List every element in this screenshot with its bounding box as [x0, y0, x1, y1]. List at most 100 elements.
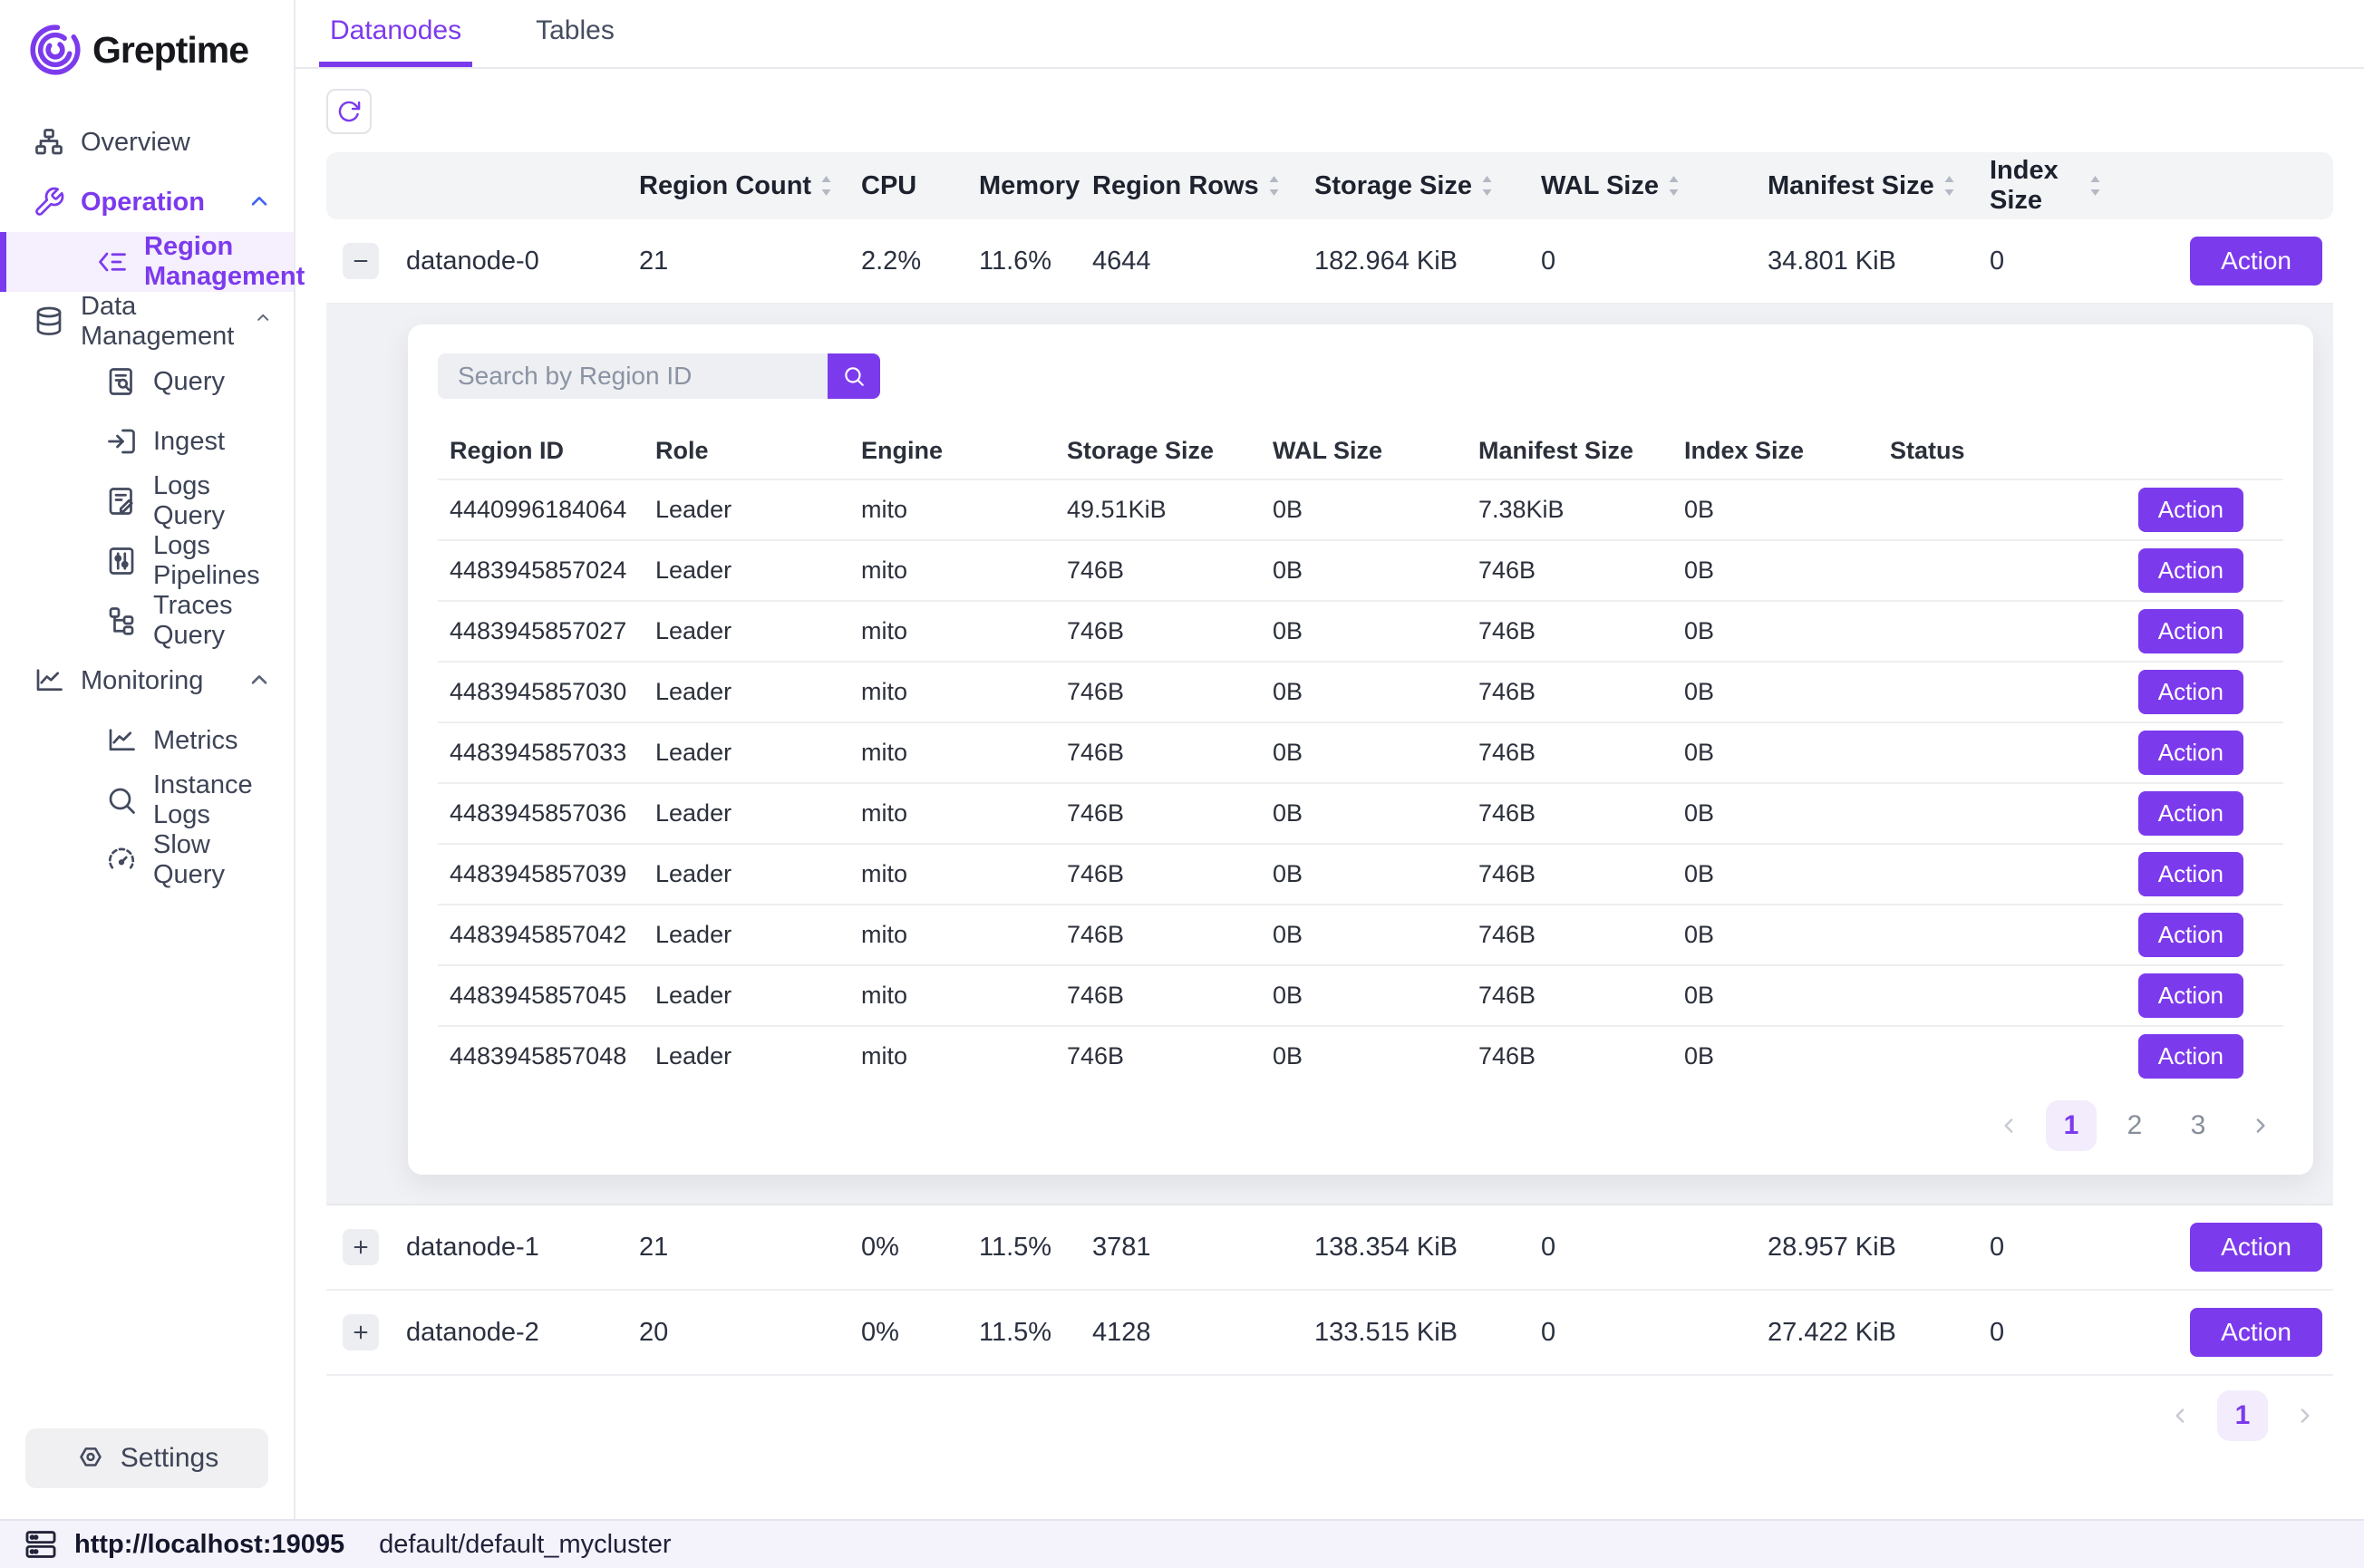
sort-icon[interactable]: [1479, 174, 1495, 198]
sidebar-item-traces-query[interactable]: Traces Query: [0, 591, 294, 651]
datanode-name: datanode-1: [390, 1233, 616, 1263]
region-search-input[interactable]: [438, 353, 828, 399]
datanode-action-button[interactable]: Action: [2190, 1223, 2322, 1272]
column-header-region-count[interactable]: Region Count: [616, 171, 838, 201]
sort-icon[interactable]: [819, 174, 834, 198]
sidebar-item-region-management[interactable]: Region Management: [0, 232, 294, 292]
wal-size-cell: 0B: [1261, 1042, 1467, 1070]
region-search-button[interactable]: [828, 353, 880, 399]
collapse-row-button[interactable]: [343, 243, 379, 279]
engine-cell: mito: [849, 982, 1055, 1010]
page-button-3[interactable]: 3: [2173, 1100, 2224, 1151]
column-header-region-rows[interactable]: Region Rows: [1070, 171, 1292, 201]
sidebar-item-metrics[interactable]: Metrics: [0, 711, 294, 770]
sidebar-group-monitoring[interactable]: Monitoring: [0, 651, 294, 711]
settings-button[interactable]: Settings: [25, 1428, 268, 1488]
storage-size-cell: 746B: [1055, 739, 1261, 767]
sitemap-icon: [33, 126, 65, 159]
region-id-cell: 4483945857027: [438, 617, 644, 645]
datanode-row: datanode-0 21 2.2% 11.6% 4644 182.964 Ki…: [326, 219, 2333, 305]
prev-page-icon[interactable]: [1986, 1102, 2033, 1149]
chevron-up-icon: [247, 668, 272, 693]
sidebar: Greptime Overview Operation: [0, 0, 296, 1519]
endpoint-url[interactable]: http://localhost:19095: [74, 1530, 344, 1560]
region-row: 4440996184064 Leader mito 49.51KiB 0B 7.…: [438, 479, 2283, 539]
sidebar-item-ingest[interactable]: Ingest: [0, 411, 294, 471]
sort-icon[interactable]: [1666, 174, 1681, 198]
sidebar-item-logs-pipelines[interactable]: Logs Pipelines: [0, 531, 294, 591]
plus-icon: [351, 1322, 371, 1342]
region-id-cell: 4483945857030: [438, 678, 644, 706]
memory-value: 11.5%: [956, 1233, 1070, 1263]
column-header-engine: Engine: [849, 437, 1055, 465]
region-action-button[interactable]: Action: [2138, 609, 2243, 653]
region-id-cell: 4483945857039: [438, 860, 644, 888]
datanode-action-button[interactable]: Action: [2190, 237, 2322, 286]
engine-cell: mito: [849, 739, 1055, 767]
role-cell: Leader: [644, 860, 849, 888]
manifest-size-cell: 746B: [1467, 1042, 1672, 1070]
role-cell: Leader: [644, 799, 849, 828]
page-button-2[interactable]: 2: [2109, 1100, 2160, 1151]
next-page-icon[interactable]: [2281, 1392, 2328, 1439]
role-cell: Leader: [644, 739, 849, 767]
column-header-wal-size[interactable]: WAL Size: [1518, 171, 1745, 201]
expand-row-button[interactable]: [343, 1229, 379, 1265]
manifest-size-cell: 746B: [1467, 799, 1672, 828]
expand-row-button[interactable]: [343, 1314, 379, 1350]
sidebar-group-data-management[interactable]: Data Management: [0, 292, 294, 352]
region-row: 4483945857033 Leader mito 746B 0B 746B 0…: [438, 721, 2283, 782]
datanodes-table: Region Count CPU Memory Region Rows Stor…: [326, 152, 2333, 1376]
sort-icon[interactable]: [1266, 174, 1282, 198]
refresh-button[interactable]: [326, 89, 372, 134]
sidebar-item-slow-query[interactable]: Slow Query: [0, 830, 294, 890]
document-search-icon: [105, 365, 138, 398]
storage-size-value: 138.354 KiB: [1292, 1233, 1518, 1263]
sidebar-item-logs-query[interactable]: Logs Query: [0, 471, 294, 531]
cluster-name[interactable]: default/default_mycluster: [379, 1530, 671, 1560]
manifest-size-value: 34.801 KiB: [1745, 247, 1967, 276]
region-action-button[interactable]: Action: [2138, 973, 2243, 1018]
region-action-button[interactable]: Action: [2138, 548, 2243, 593]
page-button-1[interactable]: 1: [2046, 1100, 2097, 1151]
region-row: 4483945857045 Leader mito 746B 0B 746B 0…: [438, 964, 2283, 1025]
wal-size-cell: 0B: [1261, 617, 1467, 645]
region-action-button[interactable]: Action: [2138, 1034, 2243, 1079]
sort-icon[interactable]: [2088, 174, 2103, 198]
tab-datanodes[interactable]: Datanodes: [319, 0, 472, 67]
region-panel-card: Region ID Role Engine Storage Size WAL S…: [408, 324, 2313, 1175]
region-action-button[interactable]: Action: [2138, 913, 2243, 957]
app-window: Greptime Overview Operation: [0, 0, 2364, 1568]
manifest-size-cell: 746B: [1467, 678, 1672, 706]
column-header-manifest-size[interactable]: Manifest Size: [1745, 171, 1967, 201]
region-action-button[interactable]: Action: [2138, 791, 2243, 836]
wal-size-cell: 0B: [1261, 739, 1467, 767]
wal-size-value: 0: [1518, 247, 1745, 276]
sidebar-item-query[interactable]: Query: [0, 352, 294, 411]
column-header-wal-size: WAL Size: [1261, 437, 1467, 465]
prev-page-icon[interactable]: [2157, 1392, 2204, 1439]
sidebar-nav: Overview Operation Region Management: [0, 91, 294, 1428]
column-header-index-size: Index Size: [1672, 437, 1878, 465]
datanodes-content: Region Count CPU Memory Region Rows Stor…: [296, 69, 2364, 1519]
sort-icon[interactable]: [1942, 174, 1957, 198]
sidebar-item-instance-logs[interactable]: Instance Logs: [0, 770, 294, 830]
sidebar-group-operation[interactable]: Operation: [0, 172, 294, 232]
column-header-storage-size[interactable]: Storage Size: [1292, 171, 1518, 201]
column-header-index-size[interactable]: Index Size: [1967, 156, 2103, 216]
cpu-value: 2.2%: [838, 247, 956, 276]
datanode-action-button[interactable]: Action: [2190, 1308, 2322, 1357]
region-action-button[interactable]: Action: [2138, 488, 2243, 532]
tab-tables[interactable]: Tables: [525, 0, 625, 67]
region-action-button[interactable]: Action: [2138, 670, 2243, 714]
storage-size-cell: 746B: [1055, 921, 1261, 949]
region-action-button[interactable]: Action: [2138, 852, 2243, 896]
sidebar-item-overview[interactable]: Overview: [0, 112, 294, 172]
next-page-icon[interactable]: [2236, 1102, 2283, 1149]
page-button-1[interactable]: 1: [2217, 1390, 2268, 1441]
manifest-size-cell: 746B: [1467, 557, 1672, 585]
region-id-cell: 4483945857033: [438, 739, 644, 767]
storage-size-cell: 746B: [1055, 799, 1261, 828]
region-action-button[interactable]: Action: [2138, 731, 2243, 775]
greptime-logo-icon: [29, 24, 82, 76]
